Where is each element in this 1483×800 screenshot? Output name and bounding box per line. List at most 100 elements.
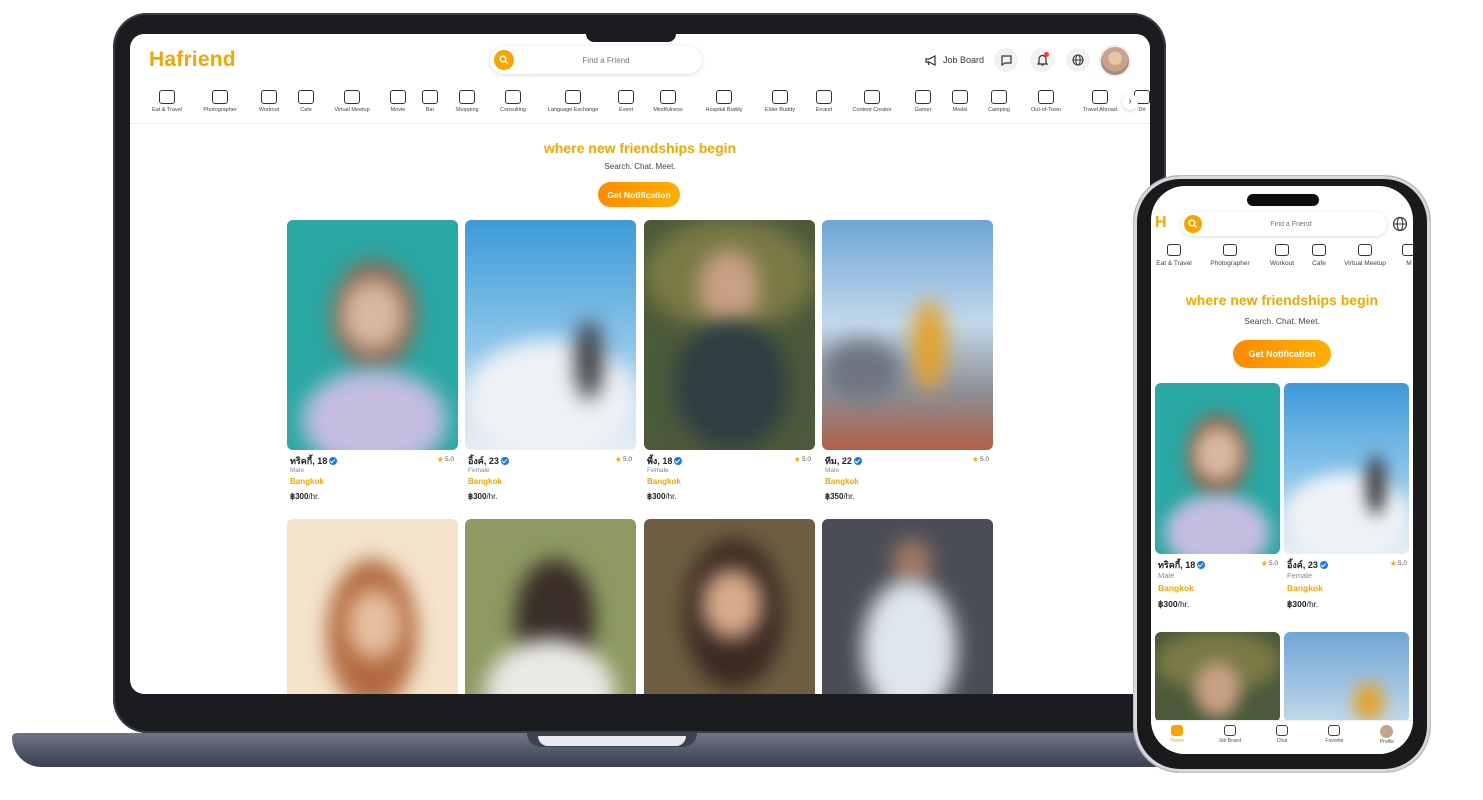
profile-card[interactable] — [287, 519, 458, 694]
profile-photo[interactable] — [465, 519, 636, 694]
profile-price: ฿300/hr. — [1287, 599, 1319, 609]
get-notification-button-mobile[interactable]: Get Notification — [1233, 340, 1331, 368]
profile-card[interactable]: อิ้งค์, 23 ★ 5.0 Female Bangkok ฿300/hr. — [465, 220, 636, 501]
chat-icon — [1000, 54, 1012, 66]
profile-card[interactable]: ทริคกี้, 18 ★ 5.0 Male Bangkok ฿300/hr. — [1155, 383, 1280, 609]
profile-photo[interactable] — [822, 519, 993, 694]
glass-icon — [422, 90, 438, 104]
profile-rating: ★ 5.0 — [614, 455, 632, 464]
errand-icon — [816, 90, 832, 104]
category-item[interactable]: M — [1381, 244, 1413, 267]
globe-icon[interactable] — [1392, 216, 1408, 232]
video-icon — [344, 90, 360, 104]
product-mockup: Hafriend Job Board — [0, 0, 1483, 800]
hero-tagline: where new friendships begin — [543, 140, 737, 156]
profile-card[interactable] — [1284, 632, 1409, 722]
profile-gender: Female — [1287, 571, 1313, 580]
profile-photo[interactable] — [287, 220, 458, 450]
category-item[interactable]: Eat & Travel — [137, 90, 197, 113]
profile-photo[interactable] — [1155, 383, 1280, 554]
profile-name: อิ้งค์, 23 — [1287, 558, 1328, 572]
profile-photo[interactable] — [1284, 383, 1409, 554]
search-input[interactable] — [520, 46, 692, 74]
profile-card[interactable] — [644, 519, 815, 694]
dumbbell-icon — [261, 90, 277, 104]
mobile-app-screen: H Eat & Travel Photographer Workout Cafe… — [1151, 186, 1413, 754]
brand-logo[interactable]: Hafriend — [149, 48, 236, 72]
profile-photo[interactable] — [822, 220, 993, 450]
airplane-icon — [1092, 90, 1108, 104]
home-icon — [1171, 725, 1184, 736]
shopping-bag-icon — [459, 90, 475, 104]
category-item[interactable]: Hospital Buddy — [694, 90, 754, 113]
profile-card[interactable] — [822, 519, 993, 694]
profile-price: ฿300/hr. — [1158, 599, 1190, 609]
profile-card[interactable]: พี้ง, 18 ★ 5.0 Female Bangkok ฿300/hr. — [644, 220, 815, 501]
bus-icon — [1038, 90, 1054, 104]
profile-rating: ★ 5.0 — [971, 455, 989, 464]
category-item[interactable]: Mindfulness — [638, 90, 698, 113]
category-item[interactable]: Eat & Travel — [1151, 244, 1202, 267]
utensils-icon — [159, 90, 175, 104]
profile-photo[interactable] — [465, 220, 636, 450]
search-icon[interactable] — [494, 50, 514, 70]
profile-price: ฿300/hr. — [290, 492, 320, 501]
desktop-app-screen: Hafriend Job Board — [130, 34, 1150, 694]
profile-photo[interactable] — [644, 519, 815, 694]
calendar-icon — [618, 90, 634, 104]
brand-logo-mobile[interactable]: H — [1155, 214, 1167, 232]
consulting-icon — [505, 90, 521, 104]
search-input-mobile[interactable] — [1205, 212, 1377, 236]
nav-favorite[interactable]: Favorite — [1308, 721, 1360, 754]
category-item[interactable]: Photographer — [1202, 244, 1258, 267]
profile-price: ฿350/hr. — [825, 492, 855, 501]
notification-button[interactable] — [1030, 48, 1054, 72]
chevron-right-icon: › — [1128, 96, 1132, 107]
profile-gender: Male — [825, 467, 840, 474]
verified-badge-icon — [674, 457, 683, 465]
language-button[interactable] — [1066, 48, 1090, 72]
tent-icon — [991, 90, 1007, 104]
profile-photo[interactable] — [1155, 632, 1280, 722]
bottom-navigation: Home Job Board Chat Favorite Profile — [1151, 720, 1413, 754]
globe-icon — [1072, 54, 1084, 66]
profile-card[interactable]: ทีม, 22 ★ 5.0 Male Bangkok ฿350/hr. — [822, 220, 993, 501]
verified-badge-icon — [329, 457, 338, 465]
profile-name: ทริคกี้, 18 — [1158, 558, 1206, 572]
translate-icon — [565, 90, 581, 104]
chat-button[interactable] — [994, 48, 1018, 72]
job-board-link[interactable]: Job Board — [925, 50, 984, 70]
category-item[interactable]: Language Exchange — [543, 90, 603, 113]
star-icon: ★ — [1260, 559, 1268, 568]
profile-price: ฿300/hr. — [468, 492, 498, 501]
profile-gender: Male — [1158, 571, 1175, 580]
hanger-icon — [952, 90, 968, 104]
get-notification-button[interactable]: Get Notification — [598, 182, 680, 207]
profile-rating: ★ 5.0 — [436, 455, 454, 464]
nav-profile[interactable]: Profile — [1361, 721, 1413, 754]
profile-card[interactable]: อิ้งค์, 23 ★ 5.0 Female Bangkok ฿300/hr. — [1284, 383, 1409, 609]
category-next-button[interactable]: › — [1122, 94, 1138, 110]
camera-icon — [1223, 244, 1237, 256]
profile-card[interactable] — [1155, 632, 1280, 722]
profile-photo[interactable] — [1284, 632, 1409, 722]
category-item[interactable]: Out-of-Town — [1016, 90, 1076, 113]
profile-rating: ★ 5.0 — [793, 455, 811, 464]
profile-city: Bangkok — [290, 477, 324, 486]
search-bar-mobile[interactable] — [1181, 212, 1387, 236]
profile-city: Bangkok — [825, 477, 859, 486]
category-item[interactable]: Consulting — [483, 90, 543, 113]
profile-photo[interactable] — [287, 519, 458, 694]
search-bar[interactable] — [490, 46, 702, 74]
nav-job-board[interactable]: Job Board — [1203, 721, 1255, 754]
profile-card[interactable] — [465, 519, 636, 694]
nav-home[interactable]: Home — [1151, 721, 1203, 754]
user-avatar[interactable] — [1099, 45, 1131, 77]
search-icon[interactable] — [1184, 215, 1202, 233]
verified-badge-icon — [500, 457, 509, 465]
nav-chat[interactable]: Chat — [1256, 721, 1308, 754]
profile-rating: ★ 5.0 — [1260, 559, 1278, 568]
profile-photo[interactable] — [644, 220, 815, 450]
gamepad-icon — [915, 90, 931, 104]
profile-card[interactable]: ทริคกี้, 18 ★ 5.0 Male Bangkok ฿300/hr. — [287, 220, 458, 501]
